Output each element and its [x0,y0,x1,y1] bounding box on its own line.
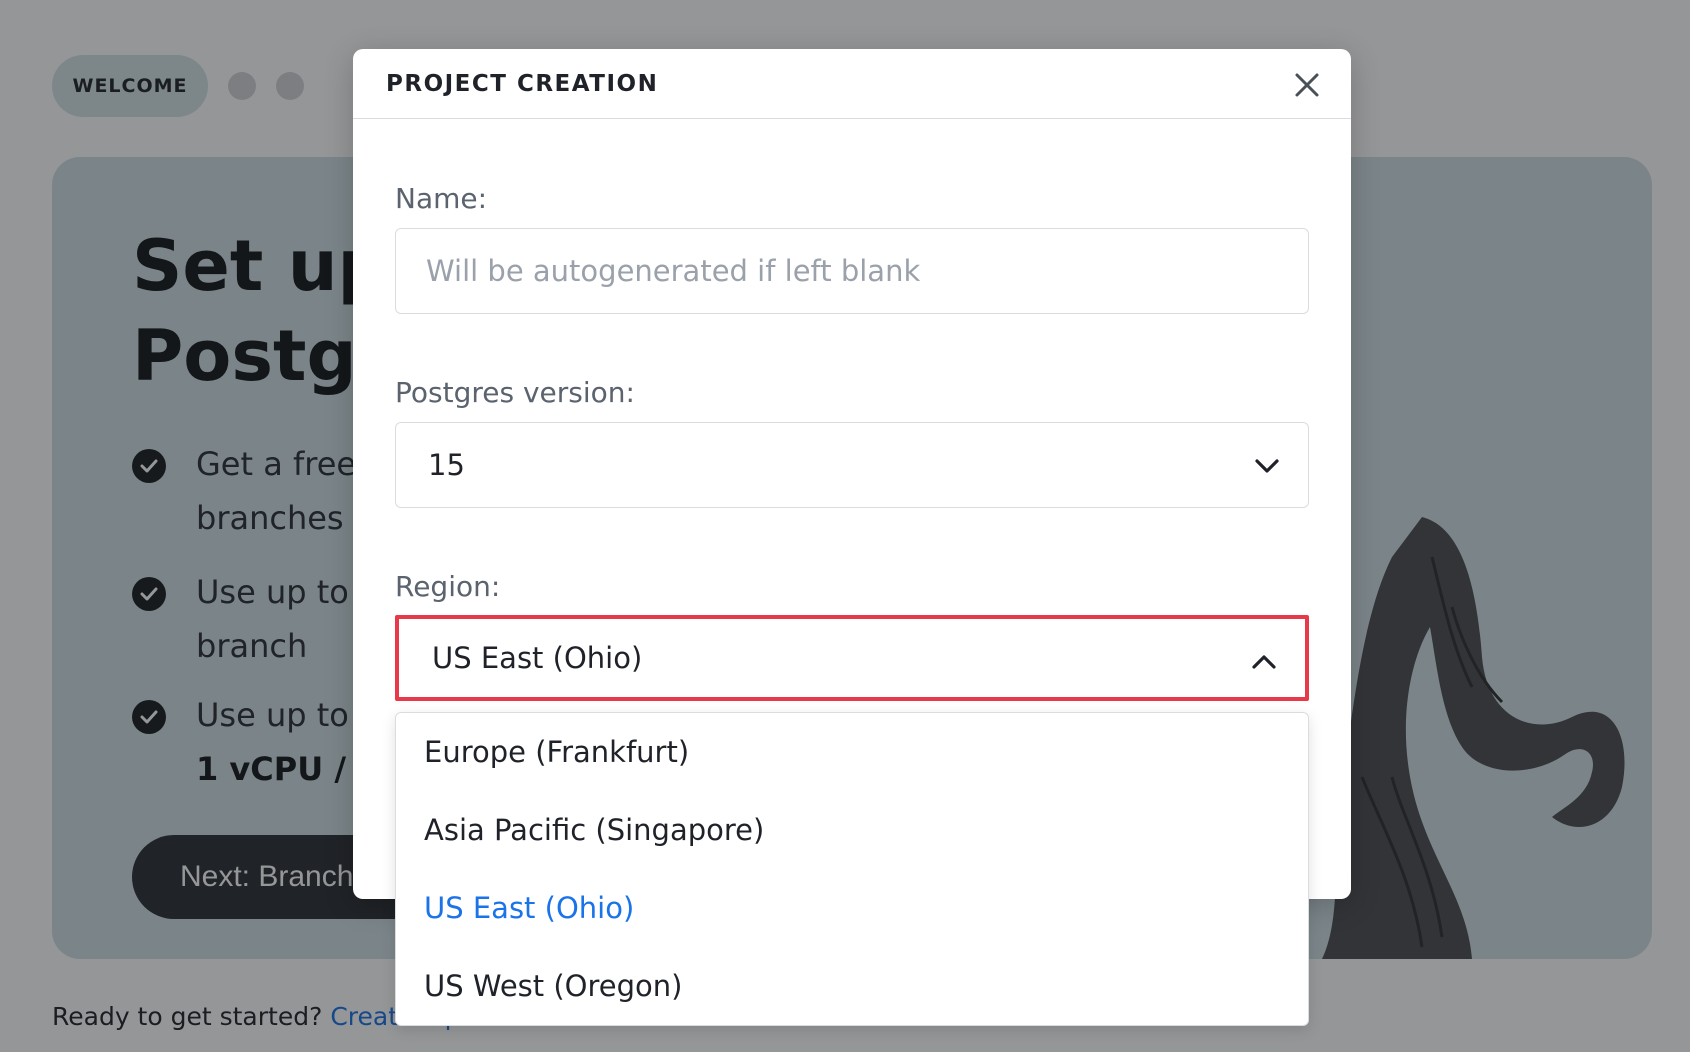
region-option-selected[interactable]: US East (Ohio) [424,891,634,925]
postgres-version-select[interactable]: 15 [395,422,1309,508]
chevron-down-icon [1255,459,1279,473]
postgres-version-value: 15 [428,448,465,482]
modal-title: PROJECT CREATION [386,70,659,97]
modal-header: PROJECT CREATION [353,49,1351,119]
region-select[interactable]: US East (Ohio) [395,615,1309,701]
postgres-version-label: Postgres version: [395,376,635,409]
region-dropdown-menu: Europe (Frankfurt) Asia Pacific (Singapo… [395,712,1309,1026]
region-option[interactable]: Europe (Frankfurt) [424,735,689,769]
region-option[interactable]: Asia Pacific (Singapore) [424,813,764,847]
chevron-up-icon [1252,655,1276,669]
name-label: Name: [395,182,488,215]
region-value: US East (Ohio) [432,641,643,675]
region-option[interactable]: US West (Oregon) [424,969,682,1003]
close-icon[interactable] [1291,69,1323,101]
name-input[interactable] [395,228,1309,314]
region-label: Region: [395,570,501,603]
